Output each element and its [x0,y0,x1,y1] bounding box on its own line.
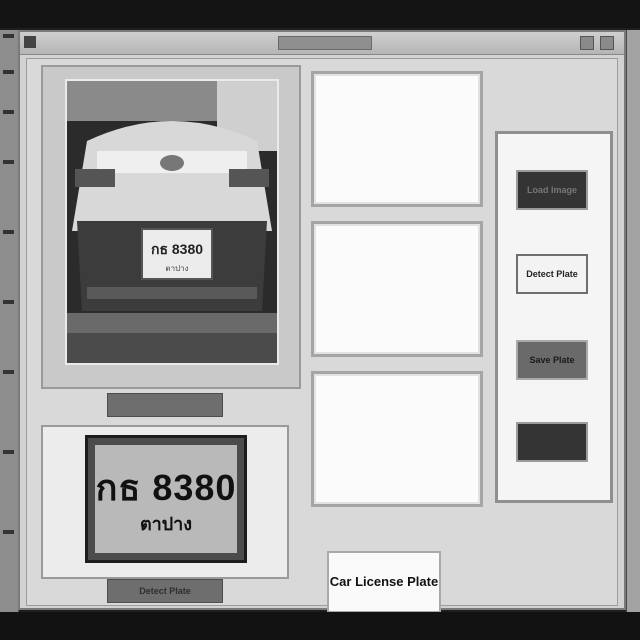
detect-plate-caption[interactable]: Detect Plate [107,579,223,603]
close-button[interactable] [600,36,614,50]
screen-bottom-bezel [0,612,640,640]
app-icon [24,36,36,48]
result-box-3 [311,371,483,507]
main-window: กธ 8380 ตาปาง กธ 8380 ตาปาง Detect Plate [18,30,626,613]
scroll-tick [3,34,14,38]
scroll-tick [3,450,14,454]
window-titlebar[interactable] [20,32,624,55]
scroll-tick [3,110,14,114]
right-edge-bar [626,30,640,612]
scroll-tick [3,300,14,304]
plate-image: กธ 8380 ตาปาง [85,435,247,563]
scroll-tick [3,230,14,234]
load-image-button[interactable]: Load Image [516,170,588,210]
other-action-button[interactable] [516,422,588,462]
scroll-tick [3,160,14,164]
photo-panel: กธ 8380 ตาปาง [41,65,301,389]
svg-text:กธ 8380: กธ 8380 [151,241,203,257]
plate-face: กธ 8380 ตาปาง [95,445,237,553]
save-plate-button[interactable]: Save Plate [516,340,588,380]
car-image: กธ 8380 ตาปาง [67,81,277,363]
detect-plate-button[interactable]: Detect Plate [516,254,588,294]
control-panel: Load Image Detect Plate Save Plate [495,131,613,503]
scroll-tick [3,70,14,74]
left-scrollbar[interactable] [0,30,19,612]
plate-panel: กธ 8380 ตาปาง [41,425,289,579]
plate-number: กธ 8380 [95,467,237,508]
window-title [278,36,372,50]
screen-top-bezel [0,0,640,28]
result-box-1 [311,71,483,207]
scroll-tick [3,530,14,534]
minimize-button[interactable] [580,36,594,50]
car-photo: กธ 8380 ตาปาง [65,79,279,365]
scroll-tick [3,370,14,374]
result-box-2 [311,221,483,357]
plate-province: ตาปาง [139,514,193,534]
app-title-label: Car License Plate [327,551,441,613]
photo-caption [107,393,223,417]
svg-text:ตาปาง: ตาปาง [165,264,188,273]
window-content: กธ 8380 ตาปาง กธ 8380 ตาปาง Detect Plate [26,58,618,613]
